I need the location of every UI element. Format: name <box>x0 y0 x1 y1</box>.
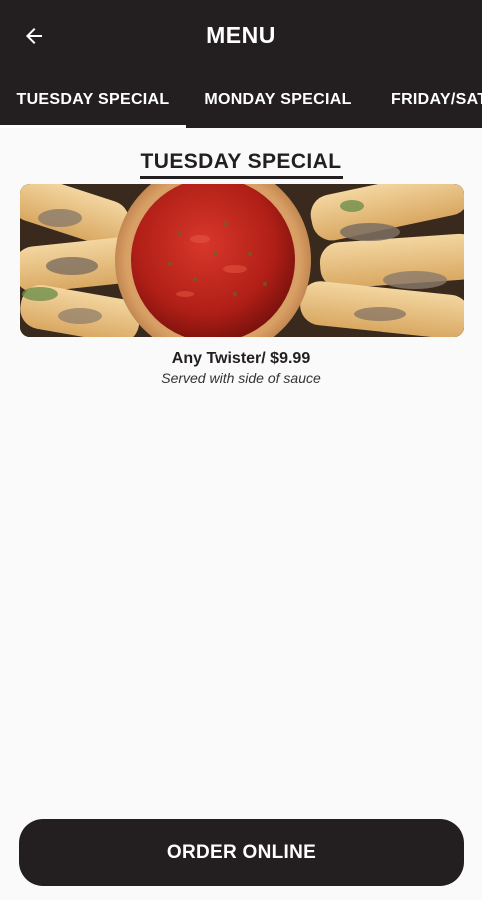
section-title: TUESDAY SPECIAL <box>140 150 342 173</box>
app-screen: MENU TUESDAY SPECIAL MONDAY SPECIAL FRID… <box>0 0 482 900</box>
app-header: MENU <box>0 0 482 72</box>
tab-monday-special[interactable]: MONDAY SPECIAL <box>186 72 370 128</box>
item-name-price: Any Twister/ $9.99 <box>171 350 311 367</box>
active-tab-indicator <box>0 125 186 128</box>
tab-friday-sat[interactable]: FRIDAY/SAT <box>370 72 482 128</box>
tab-tuesday-special[interactable]: TUESDAY SPECIAL <box>0 72 186 128</box>
item-description: Served with side of sauce <box>161 370 321 386</box>
page-title: MENU <box>206 22 276 48</box>
twister-with-sauce-illustration <box>20 184 464 337</box>
section-title-underline <box>140 176 343 179</box>
order-online-button[interactable]: ORDER ONLINE <box>19 819 464 886</box>
special-item-image <box>20 184 464 337</box>
category-tabs: TUESDAY SPECIAL MONDAY SPECIAL FRIDAY/SA… <box>0 72 482 128</box>
